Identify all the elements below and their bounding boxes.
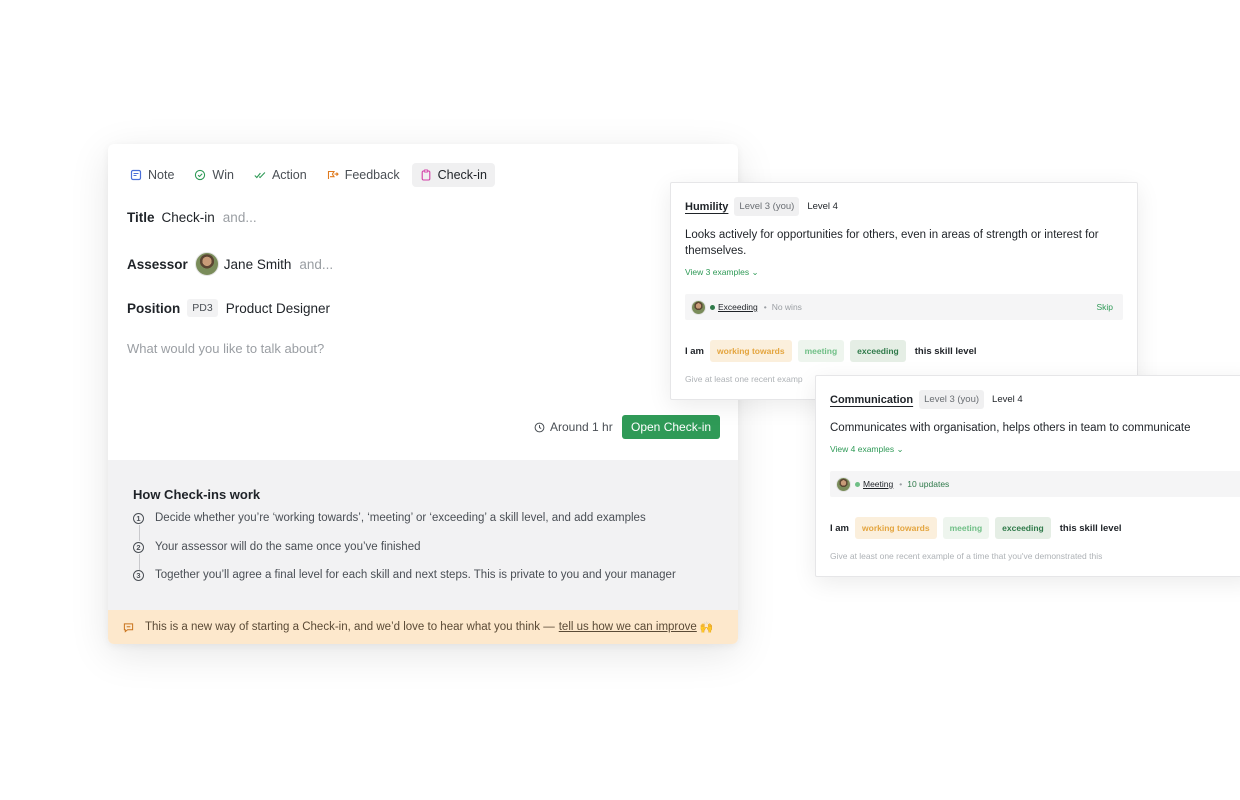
step-number-icon: 2 <box>133 541 144 553</box>
title-value[interactable]: Check-in <box>162 210 215 225</box>
skill-card-communication: Communication Level 3 (you) Level 4 Comm… <box>815 375 1240 577</box>
view-examples-link[interactable]: View 3 examples ⌄ <box>685 267 759 278</box>
feedback-banner: This is a new way of starting a Check-in… <box>108 610 738 644</box>
title-field[interactable]: Title Check-in and... <box>127 210 257 225</box>
tab-note[interactable]: Note <box>122 163 182 187</box>
skill-header: Humility Level 3 (you) Level 4 <box>685 197 838 216</box>
step-connector <box>138 554 140 570</box>
clipboard-icon <box>421 169 430 181</box>
check-circle-icon <box>195 169 206 181</box>
assessor-label: Assessor <box>127 256 188 272</box>
choice-meeting[interactable]: meeting <box>942 517 990 539</box>
skill-description: Communicates with organisation, helps ot… <box>830 422 1191 434</box>
separator: • <box>899 479 903 489</box>
assessment-status-row: Meeting • 10 updates <box>830 471 1240 497</box>
position-value[interactable]: Product Designer <box>226 301 330 316</box>
step-connector <box>138 525 140 541</box>
avatar <box>194 252 219 276</box>
check-double-icon <box>254 172 266 179</box>
tab-feedback-label: Feedback <box>344 168 400 182</box>
step-item: 1 Decide whether you’re ‘working towards… <box>133 512 646 524</box>
next-level-label: Level 4 <box>807 201 838 212</box>
talk-about-input[interactable]: What would you like to talk about? <box>127 341 324 356</box>
level-choice-row: I am working towards meeting exceeding t… <box>685 340 977 362</box>
tab-win-label: Win <box>212 168 234 182</box>
checkin-composer-card: Note Win Action Feedback Check-in Title … <box>108 144 738 644</box>
tab-feedback[interactable]: Feedback <box>319 163 408 187</box>
skip-button[interactable]: Skip <box>1096 302 1113 312</box>
level-choice-row: I am working towards meeting exceeding t… <box>830 517 1122 539</box>
position-label: Position <box>127 300 181 316</box>
title-and-more[interactable]: and... <box>223 210 257 225</box>
choice-suffix: this skill level <box>914 345 977 357</box>
choice-prefix: I am <box>685 345 705 357</box>
step-number-icon: 1 <box>133 512 144 524</box>
open-checkin-button[interactable]: Open Check-in <box>622 415 721 439</box>
tab-action-label: Action <box>271 168 307 182</box>
skill-header: Communication Level 3 (you) Level 4 <box>830 390 1023 409</box>
step-text: Your assessor will do the same once you’… <box>155 541 421 553</box>
assessor-field[interactable]: Assessor Jane Smith and... <box>127 252 333 276</box>
next-level-label: Level 4 <box>992 394 1023 405</box>
entry-type-tabs: Note Win Action Feedback Check-in <box>122 163 495 187</box>
example-hint[interactable]: Give at least one recent example of a ti… <box>830 551 1102 561</box>
choice-exceeding[interactable]: exceeding <box>995 517 1051 539</box>
feedback-arrow-icon <box>327 170 339 179</box>
duration-selector[interactable]: Around 1 hr <box>534 420 613 434</box>
choice-suffix: this skill level <box>1059 522 1122 534</box>
title-label: Title <box>127 210 155 225</box>
how-heading: How Check-ins work <box>133 487 261 502</box>
assessor-and-more[interactable]: and... <box>299 257 333 272</box>
choice-working-towards[interactable]: working towards <box>710 340 792 362</box>
position-code-badge: PD3 <box>187 299 218 317</box>
assessment-status-row: Exceeding • No wins Skip <box>685 294 1123 320</box>
note-icon <box>130 169 142 181</box>
status-link[interactable]: Meeting <box>863 479 893 489</box>
status-dot-icon <box>855 481 860 487</box>
example-hint[interactable]: Give at least one recent examp <box>685 374 803 384</box>
choice-meeting[interactable]: meeting <box>797 340 845 362</box>
avatar <box>691 299 706 315</box>
tab-win[interactable]: Win <box>186 163 242 187</box>
message-icon <box>123 622 134 633</box>
tab-checkin-label: Check-in <box>437 168 487 182</box>
avatar <box>836 476 851 492</box>
skill-name[interactable]: Communication <box>830 394 913 406</box>
step-item: 3 Together you’ll agree a final level fo… <box>133 569 676 581</box>
step-number-icon: 3 <box>133 569 144 581</box>
assessor-name[interactable]: Jane Smith <box>224 257 292 272</box>
position-field[interactable]: Position PD3 Product Designer <box>127 299 330 317</box>
status-meta: No wins <box>771 302 802 312</box>
tab-note-label: Note <box>148 168 175 182</box>
current-level-chip: Level 3 (you) <box>734 197 800 216</box>
tab-checkin[interactable]: Check-in <box>411 163 495 187</box>
how-checkins-work-panel: How Check-ins work 1 Decide whether you’… <box>108 460 738 610</box>
view-examples-link[interactable]: View 4 examples ⌄ <box>830 444 904 455</box>
separator: • <box>763 302 767 312</box>
choice-exceeding[interactable]: exceeding <box>850 340 906 362</box>
step-text: Decide whether you’re ‘working towards’,… <box>155 512 646 524</box>
raising-hands-icon: 🙌 <box>699 621 714 634</box>
banner-feedback-link[interactable]: tell us how we can improve <box>559 621 697 633</box>
choice-working-towards[interactable]: working towards <box>855 517 937 539</box>
skill-description: Looks actively for opportunities for oth… <box>685 229 1099 257</box>
step-text: Together you’ll agree a final level for … <box>155 569 676 581</box>
banner-text: This is a new way of starting a Check-in… <box>145 621 555 633</box>
clock-icon <box>534 422 545 432</box>
choice-prefix: I am <box>830 522 850 534</box>
status-link[interactable]: Exceeding <box>718 302 758 312</box>
skill-name[interactable]: Humility <box>685 201 728 213</box>
tab-action[interactable]: Action <box>246 163 315 187</box>
status-dot-icon <box>710 304 715 310</box>
status-meta: 10 updates <box>907 479 950 489</box>
step-item: 2 Your assessor will do the same once yo… <box>133 541 421 553</box>
current-level-chip: Level 3 (you) <box>919 390 985 409</box>
skill-card-humility: Humility Level 3 (you) Level 4 Looks act… <box>670 182 1138 400</box>
duration-label: Around 1 hr <box>550 420 613 434</box>
